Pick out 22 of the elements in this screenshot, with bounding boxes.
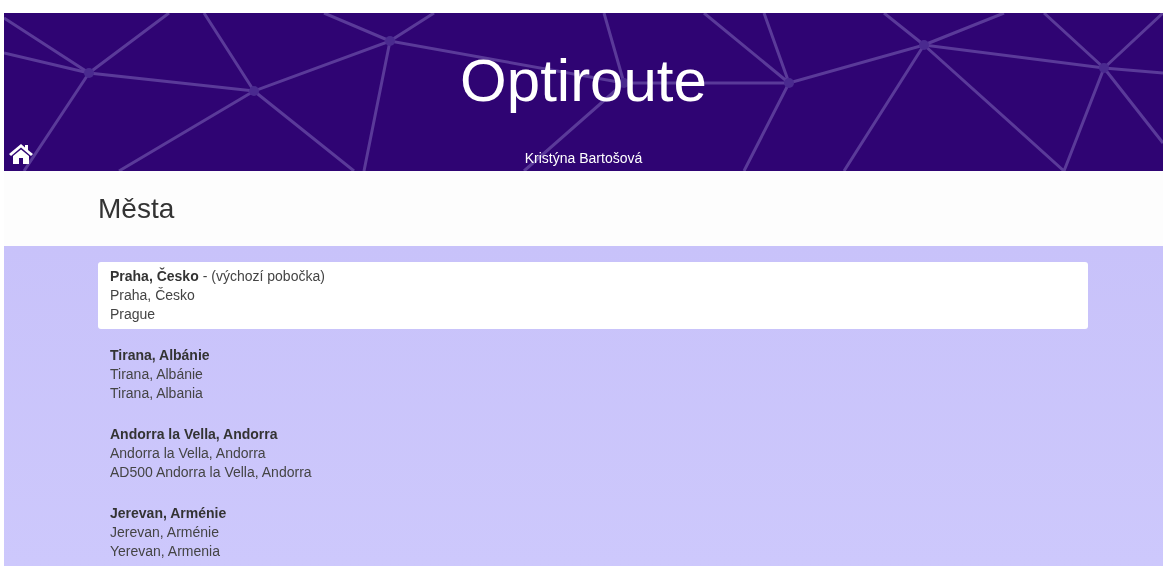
city-item[interactable]: Jerevan, Arménie Jerevan, Arménie Yerevan, Armenia — [98, 499, 1088, 566]
city-address: Jerevan, Arménie — [110, 523, 219, 542]
city-item[interactable]: Andorra la Vella, Andorra Andorra la Vella, Andorra AD500 Andorra la Vella, Andorra — [98, 420, 1088, 487]
app-title: Optiroute — [460, 51, 707, 111]
city-name: Jerevan, Arménie — [110, 504, 227, 523]
city-address: Yerevan, Armenia — [110, 542, 220, 561]
city-item[interactable]: Tirana, Albánie Tirana, Albánie Tirana, Albania — [98, 341, 1088, 408]
home-link[interactable] — [8, 143, 34, 165]
user-name: Kristýna Bartošová — [524, 149, 643, 168]
city-name: Tirana, Albánie — [110, 346, 210, 365]
city-address: Andorra la Vella, Andorra — [110, 444, 266, 463]
page-title: Města — [98, 191, 175, 226]
city-address: Tirana, Albania — [110, 384, 203, 403]
city-item[interactable]: Praha, Česko - (výchozí pobočka) Praha, Česko Prague — [98, 262, 1088, 329]
home-icon — [8, 143, 34, 165]
city-address: AD500 Andorra la Vella, Andorra — [110, 463, 312, 482]
city-address: Prague — [110, 305, 156, 324]
city-name: Andorra la Vella, Andorra — [110, 425, 278, 444]
city-address: Praha, Česko — [110, 286, 195, 305]
city-note: - (výchozí pobočka) — [202, 267, 325, 286]
city-name: Praha, Česko — [110, 267, 199, 286]
city-address: Tirana, Albánie — [110, 365, 203, 384]
